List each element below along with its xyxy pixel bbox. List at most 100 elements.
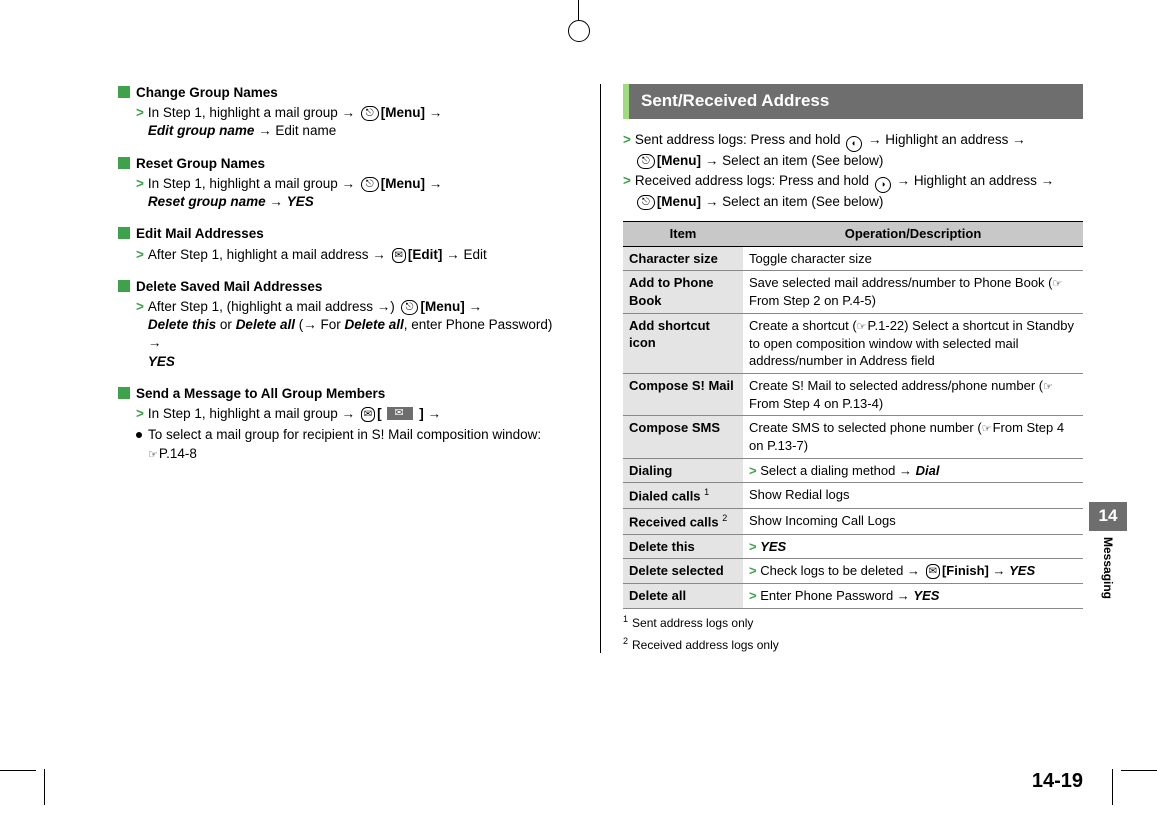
text: Check logs to be deleted (760, 563, 903, 578)
table-row: Compose SMS Create SMS to selected phone… (623, 416, 1083, 458)
bullet-text: To select a mail group for recipient in … (148, 426, 541, 462)
cell-op: > Enter Phone Password → YES (743, 583, 1083, 608)
mail-key-icon: ✉ (361, 407, 375, 422)
bracket: ] (419, 406, 424, 421)
text: Create S! Mail to selected address/phone… (749, 378, 1043, 393)
emphasis: Delete all (345, 317, 404, 332)
page-ref-icon (1053, 275, 1064, 290)
section-title: Reset Group Names (136, 155, 265, 173)
text: or (216, 317, 236, 332)
text: Sent address logs only (632, 616, 753, 630)
footnote-1: 1Sent address logs only (623, 613, 1083, 631)
page-ref-icon (1043, 378, 1054, 393)
text: Sent address logs: Press and hold (635, 132, 841, 147)
bullet-square-icon (118, 280, 130, 292)
chevron-icon: > (136, 104, 144, 140)
emphasis: YES (287, 194, 314, 209)
step: > In Step 1, highlight a mail group → ⎋[… (118, 175, 560, 211)
text: Highlight an address (885, 132, 1008, 147)
emphasis: YES (760, 539, 786, 554)
bullet-dot-icon (136, 432, 142, 438)
cell-op: Toggle character size (743, 246, 1083, 271)
cell-op: Save selected mail address/number to Pho… (743, 271, 1083, 313)
page-number: 14-19 (1032, 768, 1083, 795)
text: Edit (463, 247, 486, 262)
table-row: Add to Phone Book Save selected mail add… (623, 271, 1083, 313)
chevron-icon: > (136, 175, 144, 211)
emphasis: Reset group name (148, 194, 266, 209)
table-row: Add shortcut icon Create a shortcut (P.1… (623, 313, 1083, 373)
bullet-square-icon (118, 227, 130, 239)
key-label: [Finish] (942, 563, 989, 578)
chevron-icon: > (136, 298, 144, 371)
step-text: Received address logs: Press and hold ◑ … (635, 172, 1083, 211)
emphasis: Dial (916, 463, 940, 478)
table-row: Dialed calls 1 Show Redial logs (623, 483, 1083, 509)
softkey-icon: ⎋ (361, 177, 379, 192)
chevron-icon: > (749, 539, 760, 554)
text: Dialed calls (629, 488, 701, 503)
softkey-icon: ⎋ (401, 300, 419, 315)
chevron-icon: > (623, 172, 631, 211)
text: In Step 1, highlight a mail group (148, 105, 338, 120)
left-column: Change Group Names > In Step 1, highligh… (118, 84, 560, 653)
step: > After Step 1, highlight a mail address… (118, 246, 560, 264)
softkey-icon: ⎋ (361, 106, 379, 121)
page-ref-icon (982, 420, 993, 435)
footnote-num: 2 (623, 636, 628, 646)
text: ) (804, 438, 808, 453)
chevron-icon: > (749, 563, 760, 578)
chevron-icon: > (749, 463, 760, 478)
key-label: [Edit] (408, 247, 443, 262)
text: ) (390, 299, 395, 314)
text: Edit name (275, 123, 336, 138)
page-ref-icon (857, 318, 868, 333)
table-row: Delete selected > Check logs to be delet… (623, 559, 1083, 584)
section-title: Send a Message to All Group Members (136, 385, 385, 403)
step-text: After Step 1, (highlight a mail address … (148, 298, 560, 371)
text: After Step 1, (highlight a mail address (148, 299, 373, 314)
text: Enter Phone Password (760, 588, 893, 603)
nav-right-icon: ◑ (875, 177, 891, 193)
bullet-note: To select a mail group for recipient in … (118, 426, 560, 462)
text: In Step 1, highlight a mail group (148, 176, 338, 191)
text: , enter Phone Password) (404, 317, 553, 332)
th-operation: Operation/Description (743, 222, 1083, 247)
mail-key-icon: ✉ (926, 564, 940, 579)
chevron-icon: > (623, 131, 631, 170)
emphasis: Delete this (148, 317, 216, 332)
step: > In Step 1, highlight a mail group → ✉[… (118, 405, 560, 423)
cell-item: Dialing (623, 458, 743, 483)
step: > In Step 1, highlight a mail group → ⎋[… (118, 104, 560, 140)
cell-item: Compose SMS (623, 416, 743, 458)
emphasis: Delete all (236, 317, 295, 332)
chapter-number: 14 (1089, 502, 1127, 531)
key-label: [Menu] (657, 153, 701, 168)
text: Select an item (See below) (722, 194, 883, 209)
options-table: Item Operation/Description Character siz… (623, 221, 1083, 608)
text: Select an item (See below) (722, 153, 883, 168)
section-edit-mail-addresses: Edit Mail Addresses (118, 225, 560, 243)
cell-op: > Check logs to be deleted → ✉[Finish] →… (743, 559, 1083, 584)
bullet-square-icon (118, 86, 130, 98)
text: ) (879, 396, 883, 411)
emphasis: YES (148, 354, 175, 369)
table-row: Delete this > YES (623, 534, 1083, 559)
cell-item: Delete selected (623, 559, 743, 584)
cell-op: > Select a dialing method → Dial (743, 458, 1083, 483)
text: To select a mail group for recipient in … (148, 427, 541, 442)
step-text: After Step 1, highlight a mail address →… (148, 246, 560, 264)
softkey-icon: ⎋ (637, 195, 655, 210)
step-text: In Step 1, highlight a mail group → ⎋[Me… (148, 175, 560, 211)
key-label: [Menu] (420, 299, 464, 314)
section-title: Edit Mail Addresses (136, 225, 264, 243)
cell-op: Create a shortcut (P.1-22) Select a shor… (743, 313, 1083, 373)
section-title: Change Group Names (136, 84, 278, 102)
footnote-2: 2Received address logs only (623, 635, 1083, 653)
page-ref: P.1-22 (868, 318, 905, 333)
bullet-square-icon (118, 387, 130, 399)
cell-item: Character size (623, 246, 743, 271)
cell-item: Delete this (623, 534, 743, 559)
emphasis: YES (913, 588, 939, 603)
cell-item: Add shortcut icon (623, 313, 743, 373)
